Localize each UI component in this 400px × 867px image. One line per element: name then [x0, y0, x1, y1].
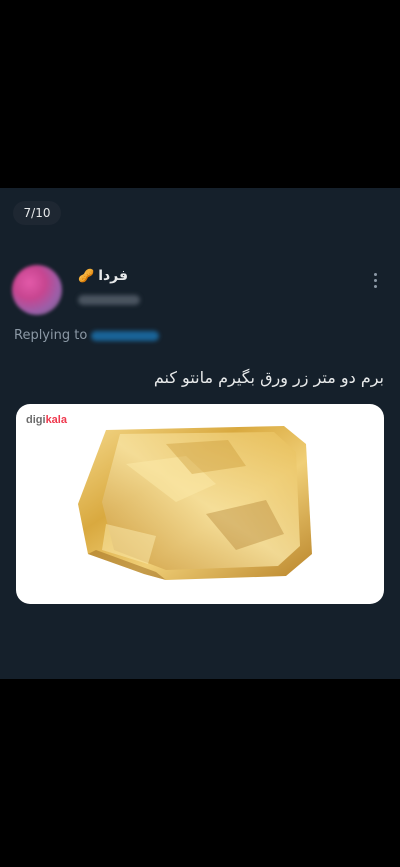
tweet-card[interactable]: 7/10 🥜 فردا Replying to برم دو متر زر ور…: [0, 188, 400, 679]
gold-leaf-illustration: [78, 426, 312, 580]
thread-counter-badge: 7/10: [13, 201, 61, 225]
replying-to-label: Replying to: [14, 328, 88, 343]
replying-to-line: Replying to: [14, 328, 160, 343]
tweet-media-image[interactable]: digikala: [16, 404, 384, 604]
more-options-icon[interactable]: [372, 273, 378, 288]
display-name: فردا: [98, 268, 129, 284]
author-handle[interactable]: [78, 295, 140, 305]
avatar[interactable]: [12, 265, 62, 315]
tweet-text: برم دو متر زر ورق بگیرم مانتو کنم: [153, 368, 384, 387]
author-name-row[interactable]: 🥜 فردا: [78, 268, 128, 284]
replying-to-handle[interactable]: [91, 330, 160, 341]
peanut-icon: 🥜: [78, 268, 95, 284]
